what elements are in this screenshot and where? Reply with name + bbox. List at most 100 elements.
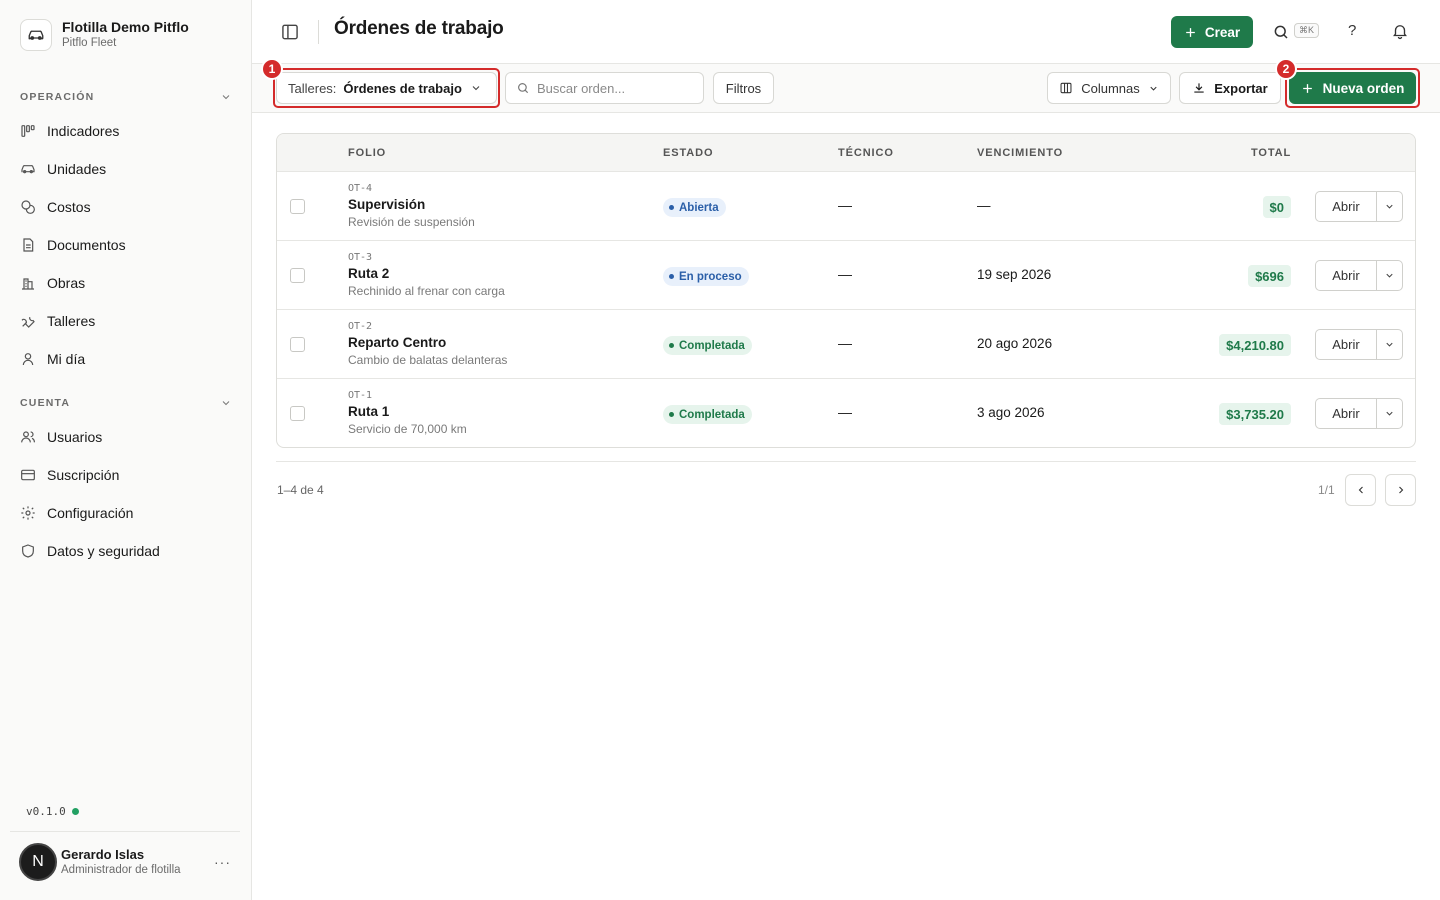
status-badge: Completada <box>663 336 752 355</box>
technician-cell: — <box>838 404 852 420</box>
columns-button-label: Columnas <box>1081 80 1140 96</box>
folio-description: Servicio de 70,000 km <box>348 422 467 436</box>
column-header-vencimiento[interactable]: VENCIMIENTO <box>977 147 1063 159</box>
sidebar-item-label: Mi día <box>47 351 86 367</box>
status-label: Completada <box>679 339 745 352</box>
next-page-button[interactable] <box>1385 474 1416 506</box>
status-dot <box>669 274 674 279</box>
bell-icon[interactable] <box>1391 22 1409 40</box>
sidebar-item-unidades[interactable]: Unidades <box>12 150 240 188</box>
sidebar: Flotilla Demo Pitflo Pitflo Fleet OPERAC… <box>0 0 252 900</box>
section-cuenta[interactable]: CUENTA <box>20 397 232 409</box>
sidebar-item-talleres[interactable]: Talleres <box>12 302 240 340</box>
more-icon[interactable]: ··· <box>214 854 231 870</box>
toolbar: Talleres: Órdenes de trabajo Filtros Col… <box>252 58 1440 113</box>
car-icon <box>20 18 52 51</box>
divider <box>10 831 240 832</box>
folio-name: Ruta 1 <box>348 404 390 419</box>
module-select[interactable]: Talleres: Órdenes de trabajo <box>276 72 497 104</box>
divider <box>276 461 1416 462</box>
filters-button[interactable]: Filtros <box>713 72 774 104</box>
chevron-down-icon <box>1386 411 1393 416</box>
users-icon <box>21 431 35 443</box>
shortcut-hint: ⌘K <box>1294 23 1320 38</box>
car-icon <box>21 165 35 174</box>
chevron-down-icon <box>1386 273 1393 278</box>
sidebar-item-usuarios[interactable]: Usuarios <box>12 418 240 456</box>
open-button[interactable]: Abrir <box>1315 191 1376 222</box>
divider <box>318 20 319 44</box>
sidebar-item-label: Costos <box>47 199 91 215</box>
row-checkbox[interactable] <box>290 268 305 283</box>
sidebar-item-configuracion[interactable]: Configuración <box>12 494 240 532</box>
row-checkbox[interactable] <box>290 406 305 421</box>
column-header-folio[interactable]: FOLIO <box>348 147 386 159</box>
help-icon[interactable]: ? <box>1348 22 1356 39</box>
gear-icon <box>21 506 35 520</box>
sidebar-item-label: Talleres <box>47 313 96 329</box>
total-badge: $0 <box>1262 196 1291 218</box>
sidebar-item-label: Unidades <box>47 161 107 177</box>
total-badge: $696 <box>1248 265 1291 287</box>
row-checkbox[interactable] <box>290 199 305 214</box>
sidebar-item-mi-dia[interactable]: Mi día <box>12 340 240 378</box>
row-actions: Abrir <box>1315 260 1403 291</box>
person-icon <box>22 353 34 366</box>
technician-cell: — <box>838 335 852 351</box>
search-icon[interactable] <box>1272 23 1290 41</box>
new-order-button[interactable]: Nueva orden <box>1289 72 1416 104</box>
page-title: Órdenes de trabajo <box>334 18 504 39</box>
user-name: Gerardo Islas <box>61 847 145 862</box>
folio-code: OT-1 <box>348 390 373 401</box>
chevron-down-icon <box>1150 86 1157 91</box>
row-menu-button[interactable] <box>1376 329 1403 360</box>
sidebar-item-datos-seguridad[interactable]: Datos y seguridad <box>12 532 240 570</box>
row-menu-button[interactable] <box>1376 260 1403 291</box>
sidebar-toggle-icon[interactable] <box>280 22 300 42</box>
sidebar-item-documentos[interactable]: Documentos <box>12 226 240 264</box>
total-badge: $3,735.20 <box>1219 403 1291 425</box>
table-row[interactable]: OT-2 Reparto Centro Cambio de balatas de… <box>277 310 1415 379</box>
create-button[interactable]: Crear <box>1171 16 1253 48</box>
sidebar-item-costos[interactable]: Costos <box>12 188 240 226</box>
open-button[interactable]: Abrir <box>1315 329 1376 360</box>
status-label: Completada <box>679 408 745 421</box>
org-switcher[interactable]: Flotilla Demo Pitflo Pitflo Fleet <box>20 18 189 51</box>
column-header-estado[interactable]: ESTADO <box>663 147 713 159</box>
folio-name: Reparto Centro <box>348 335 447 350</box>
chevron-down-icon <box>222 401 230 406</box>
table-row[interactable]: OT-1 Ruta 1 Servicio de 70,000 km Comple… <box>277 379 1415 447</box>
avatar: N <box>19 843 57 881</box>
sidebar-item-suscripcion[interactable]: Suscripción <box>12 456 240 494</box>
row-actions: Abrir <box>1315 398 1403 429</box>
export-button[interactable]: Exportar <box>1179 72 1281 104</box>
search-input[interactable] <box>537 80 697 96</box>
coins-icon <box>21 200 35 214</box>
search-box <box>505 72 704 104</box>
status-dot <box>71 808 79 815</box>
row-menu-button[interactable] <box>1376 398 1403 429</box>
technician-cell: — <box>838 197 852 213</box>
column-header-tecnico[interactable]: TÉCNICO <box>838 147 894 159</box>
previous-page-button[interactable] <box>1345 474 1376 506</box>
chevron-down-icon <box>472 86 480 91</box>
row-menu-button[interactable] <box>1376 191 1403 222</box>
sidebar-item-indicadores[interactable]: Indicadores <box>12 112 240 150</box>
table-header: FOLIO ESTADO TÉCNICO VENCIMIENTO TOTAL <box>277 134 1415 172</box>
sidebar-item-label: Suscripción <box>47 467 120 483</box>
user-menu[interactable]: N Gerardo Islas Administrador de flotill… <box>19 843 241 881</box>
columns-button[interactable]: Columnas <box>1047 72 1171 104</box>
open-button[interactable]: Abrir <box>1315 260 1376 291</box>
row-checkbox[interactable] <box>290 337 305 352</box>
shield-icon <box>22 544 34 558</box>
sidebar-item-obras[interactable]: Obras <box>12 264 240 302</box>
column-header-total[interactable]: TOTAL <box>1251 147 1291 159</box>
section-operacion[interactable]: OPERACIÓN <box>20 91 232 103</box>
table-row[interactable]: OT-4 Supervisión Revisión de suspensión … <box>277 172 1415 241</box>
highlight-badge-1: 1 <box>261 58 283 80</box>
table-row[interactable]: OT-3 Ruta 2 Rechinido al frenar con carg… <box>277 241 1415 310</box>
row-actions: Abrir <box>1315 329 1403 360</box>
folio-code: OT-4 <box>348 183 373 194</box>
chevron-right-icon <box>1398 486 1403 494</box>
open-button[interactable]: Abrir <box>1315 398 1376 429</box>
